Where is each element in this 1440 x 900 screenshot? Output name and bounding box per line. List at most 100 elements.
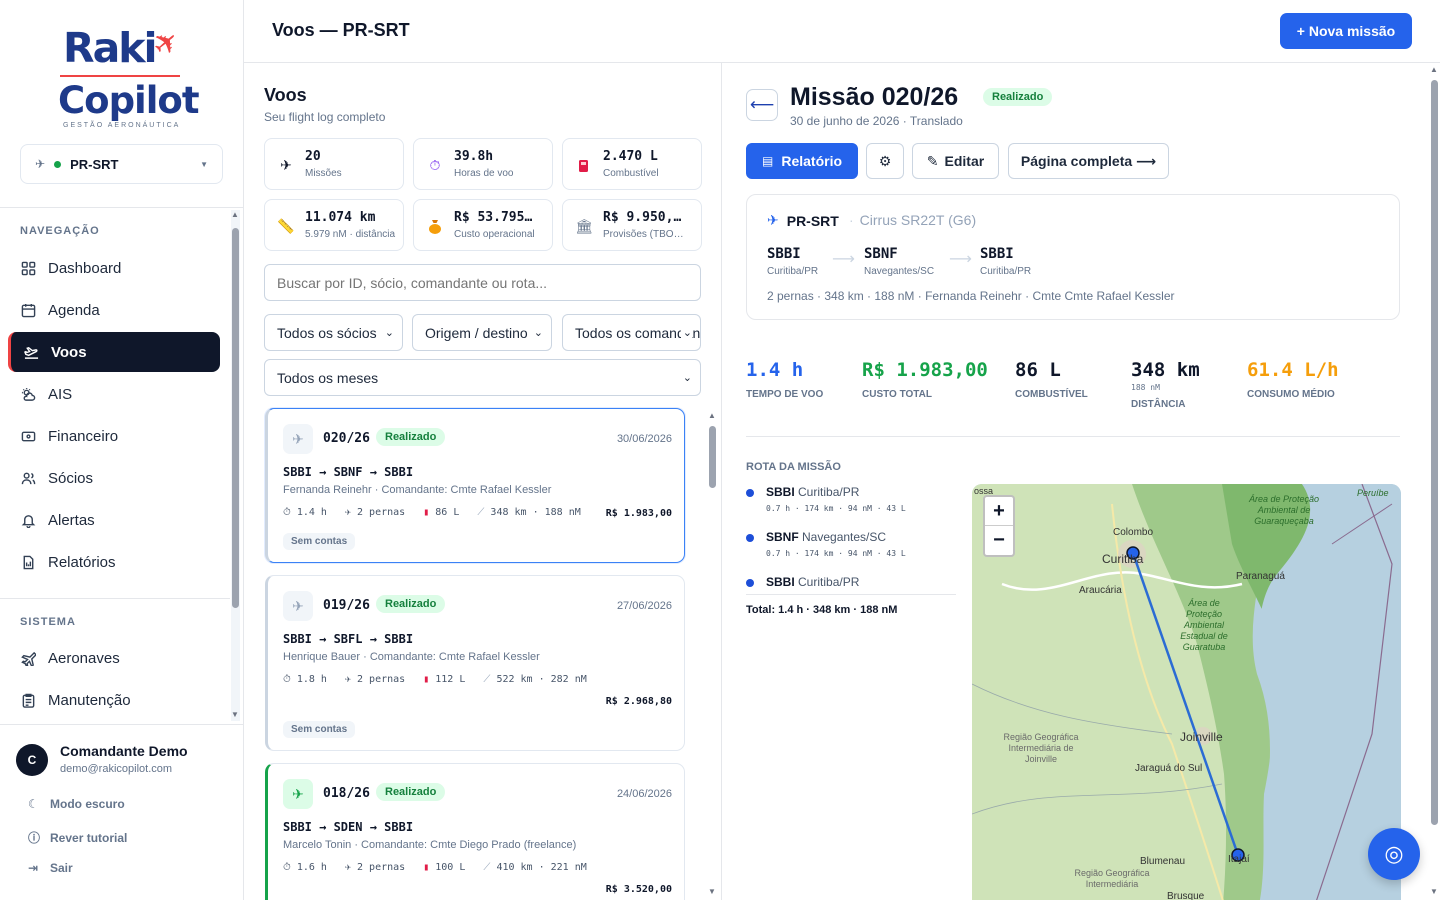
metric-hours: 1.6 h — [296, 862, 327, 873]
route-filter-select[interactable]: Origem / destino ⌄ — [412, 314, 552, 351]
stop-city: Curitiba/PR — [798, 485, 860, 499]
nav-scrollbar[interactable]: ▲ ▼ — [231, 210, 240, 721]
nav-item-ais[interactable]: AIS — [8, 374, 220, 414]
document-icon: ▤ — [761, 154, 774, 168]
route-map[interactable]: Colombo Curitiba Araucária Paranaguá Joi… — [972, 484, 1401, 900]
flight-metrics: ⏱ 1.8 h ✈ 2 pernas ▮ 112 L ⟋ 522 km · 28… — [283, 674, 587, 685]
ruler-icon: ⟋ — [477, 507, 491, 518]
arrow-left-icon: ⟵ — [749, 95, 775, 114]
ruler-icon: 📏 — [277, 217, 295, 234]
nav-item-agenda[interactable]: Agenda — [8, 290, 220, 330]
scroll-down-icon[interactable]: ▼ — [231, 710, 239, 719]
nav-label: Sócios — [48, 469, 94, 487]
scroll-down-icon[interactable]: ▼ — [708, 887, 716, 896]
zoom-out-button[interactable]: − — [985, 526, 1013, 555]
flight-card[interactable]: ✈ 019/26 Realizado 27/06/2026 SBBI → SBF… — [265, 575, 685, 751]
flight-cost: R$ 2.968,80 — [605, 696, 672, 707]
back-arrow-button[interactable]: ⟵ — [746, 89, 778, 121]
flight-search-input[interactable] — [264, 264, 701, 301]
report-button[interactable]: ▤ Relatório — [746, 143, 858, 179]
accounts-tag: Sem contas — [283, 721, 356, 738]
nav-label: Dashboard — [48, 259, 122, 277]
bank-icon: 🏛 — [575, 217, 593, 234]
new-mission-button[interactable]: + Nova missão — [1280, 13, 1412, 49]
timer-icon: ⏱ — [283, 507, 297, 518]
month-filter-select[interactable]: Todos os meses ⌄ — [264, 359, 701, 396]
stop-code: SBBI — [766, 575, 795, 589]
metric-fuel: 100 L — [435, 862, 466, 873]
leg-code: SBBI — [767, 246, 801, 262]
logo-text-copilot: Copilot — [58, 79, 200, 122]
stop-code: SBNF — [766, 530, 799, 544]
moon-icon: ☾ — [28, 797, 39, 811]
stat-missions: ✈ 20 Missões — [264, 138, 404, 190]
lifebuoy-icon: ◎ — [1384, 841, 1404, 866]
flight-card[interactable]: ✈ 020/26 Realizado 30/06/2026 SBBI → SBN… — [265, 408, 685, 563]
nav-item-aeronaves[interactable]: Aeronaves — [8, 638, 220, 678]
mission-date: 30 de junho de 2026 · Translado — [790, 114, 963, 128]
flight-route: SBBI → SBNF → SBBI — [283, 465, 414, 479]
accounts-tag: Sem contas — [283, 533, 356, 550]
tutorial-link[interactable]: ⓘ Rever tutorial — [28, 829, 127, 846]
nav-scroll-thumb[interactable] — [232, 228, 239, 608]
avatar[interactable]: C — [16, 744, 48, 776]
cards-scroll-thumb[interactable] — [709, 426, 716, 488]
detail-scroll-thumb[interactable] — [1431, 80, 1438, 825]
dark-mode-link[interactable]: ☾ Modo escuro — [28, 797, 125, 811]
flight-date: 24/06/2026 — [616, 788, 672, 800]
map-label-regiao-joinville: Região Geográfica Intermediária de Joinv… — [1003, 732, 1079, 764]
help-circle-icon: ⓘ — [28, 831, 41, 845]
edit-button[interactable]: ✎ Editar — [912, 143, 999, 179]
nav-item-socios[interactable]: Sócios — [8, 458, 220, 498]
stat-label: Missões — [305, 168, 342, 179]
kpi-label: CUSTO TOTAL — [862, 389, 932, 400]
plane-icon: ✈ — [344, 862, 358, 873]
settings-button[interactable]: ⚙ — [866, 143, 904, 179]
kpi-fuel: 86 L COMBUSTÍVEL — [1015, 359, 1088, 400]
nav-item-dashboard[interactable]: Dashboard — [8, 248, 220, 288]
flight-cost: R$ 3.520,00 — [605, 884, 672, 895]
zoom-in-button[interactable]: + — [985, 497, 1013, 526]
aircraft-reg-text: PR-SRT — [786, 212, 839, 229]
status-badge: Realizado — [376, 783, 446, 801]
captain-filter-select[interactable]: Todos os comandantes⌄ — [562, 314, 701, 351]
full-page-button[interactable]: Página completa ⟶ — [1008, 143, 1169, 179]
metric-legs: 2 pernas — [357, 674, 406, 685]
nav-item-manutencao[interactable]: Manutenção — [8, 680, 220, 720]
scroll-up-icon[interactable]: ▲ — [231, 210, 239, 219]
stop-city: Curitiba/PR — [798, 575, 860, 589]
metric-distance: 522 km · 282 nM — [496, 674, 587, 685]
partner-filter-select[interactable]: Todos os sócios ⌄ — [264, 314, 403, 351]
aircraft-selector[interactable]: ✈ PR-SRT ▼ — [20, 144, 223, 184]
flight-metrics: ⏱ 1.4 h ✈ 2 pernas ▮ 86 L ⟋ 348 km · 188… — [283, 507, 581, 518]
scroll-down-icon[interactable]: ▼ — [1430, 887, 1438, 896]
sidebar: Raki ✈ Copilot GESTÃO AERONÁUTICA ✈ PR-S… — [0, 0, 244, 900]
map-label-apa-guaratuba: Área de Proteção Ambiental Estadual de G… — [1180, 598, 1228, 652]
app-logo[interactable]: Raki ✈ Copilot GESTÃO AERONÁUTICA — [56, 23, 200, 132]
route-section-title: ROTA DA MISSÃO — [746, 461, 841, 473]
help-lifebuoy-button[interactable]: ◎ — [1368, 828, 1420, 880]
flight-card[interactable]: ✈ 018/26 Realizado 24/06/2026 SBBI → SDE… — [265, 763, 685, 900]
scroll-up-icon[interactable]: ▲ — [1430, 65, 1438, 74]
cards-scrollbar[interactable]: ▲ ▼ — [708, 411, 717, 900]
kpi-value: 61.4 L/h — [1247, 359, 1339, 381]
nav-item-voos[interactable]: Voos — [8, 332, 220, 372]
nav-label: AIS — [48, 385, 73, 403]
logout-link[interactable]: ⇥ Sair — [28, 861, 73, 875]
mission-info-card: ✈ PR-SRT · Cirrus SR22T (G6) SBBI Curitiba/… — [746, 194, 1400, 320]
stop-dot — [746, 488, 754, 497]
link-label: Sair — [50, 861, 73, 875]
select-value: Todos os meses — [277, 369, 379, 386]
stat-label: Custo operacional — [454, 229, 535, 240]
nav-item-financeiro[interactable]: Financeiro — [8, 416, 220, 456]
metric-legs: 2 pernas — [357, 862, 406, 873]
nav-item-relatorios[interactable]: Relatórios — [8, 542, 220, 582]
detail-scrollbar[interactable]: ▲ ▼ — [1430, 65, 1439, 900]
grid-icon — [20, 260, 36, 276]
route-total: Total: 1.4 h · 348 km · 188 nM — [746, 604, 898, 616]
nav-item-alertas[interactable]: Alertas — [8, 500, 220, 540]
aircraft-registration: ✈ PR-SRT — [767, 212, 839, 229]
select-value: Origem / destino — [425, 324, 528, 341]
map-label-araucaria: Araucária — [1079, 585, 1122, 596]
scroll-up-icon[interactable]: ▲ — [708, 411, 716, 420]
